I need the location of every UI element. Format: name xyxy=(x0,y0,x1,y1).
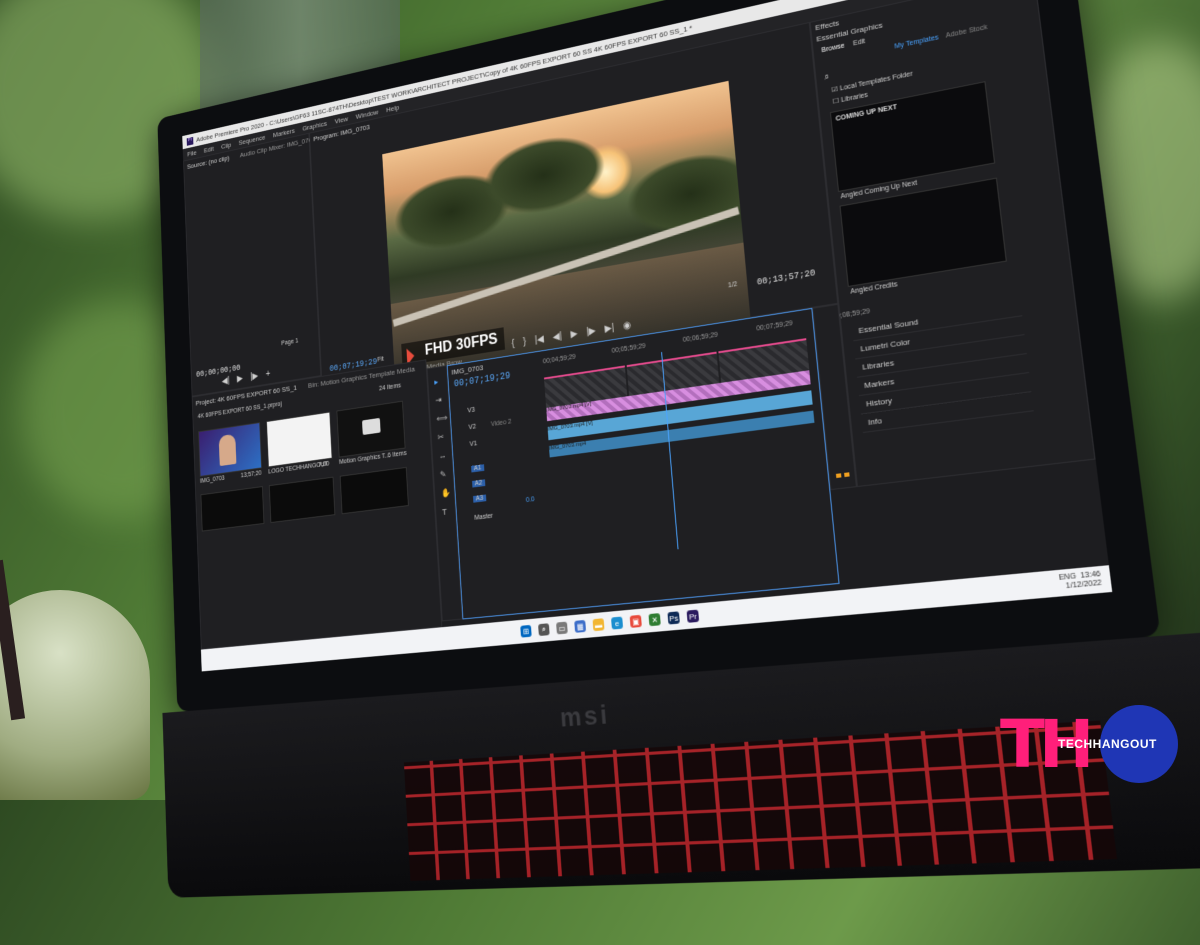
project-item-duration: 13;57;20 xyxy=(241,470,262,479)
project-item-name: IMG_0703 xyxy=(200,475,225,485)
widgets-icon[interactable]: ▦ xyxy=(574,620,586,633)
tab-browse[interactable]: Browse xyxy=(821,43,845,55)
local-templates-label: Local Templates Folder xyxy=(840,71,914,93)
slip-icon[interactable]: ↔ xyxy=(439,450,447,460)
ripple-edit-icon[interactable]: ⟺ xyxy=(436,413,447,425)
libraries-label: Libraries xyxy=(841,92,869,104)
project-item-count: 24 Items xyxy=(379,383,401,393)
search-icon[interactable]: ⌕ xyxy=(824,71,830,83)
ruler-tick: 00;05;59;29 xyxy=(611,343,645,355)
clip-label: IMG_0703.mp4 [V] xyxy=(548,421,594,433)
meter-bar-left xyxy=(836,473,842,478)
play-icon[interactable]: ▶ xyxy=(237,374,243,385)
palm-tree xyxy=(481,126,608,223)
track-label-v3[interactable]: V3 xyxy=(467,407,475,415)
source-panel: Source: (no clip) Audio Clip Mixer: IMG_… xyxy=(183,133,321,397)
store-icon[interactable]: ▣ xyxy=(630,615,642,628)
step-back-icon[interactable]: ◀| xyxy=(222,376,230,387)
project-bin-thumb[interactable] xyxy=(336,401,405,458)
clock-date: 1/12/2022 xyxy=(1066,579,1103,590)
clip-label: IMG_0703.mp4 xyxy=(549,441,586,452)
project-item-duration: 7;00 xyxy=(318,461,329,469)
watermark-text: TECHHANGOUT xyxy=(1058,737,1157,751)
system-tray[interactable]: ENG 13:46 1/12/2022 xyxy=(1058,570,1102,592)
xbox-icon[interactable]: ✕ xyxy=(648,613,660,626)
file-explorer-icon[interactable]: ▬ xyxy=(593,618,605,631)
fit-dropdown[interactable]: Fit xyxy=(377,356,384,363)
step-forward-icon[interactable]: |▶ xyxy=(586,326,596,338)
track-label-v2[interactable]: V2 xyxy=(468,424,476,432)
laptop-screen: Pr Adobe Premiere Pro 2020 - C:\Users\GF… xyxy=(182,0,1112,671)
task-view-icon[interactable]: ▭ xyxy=(556,622,568,635)
meter-bar-right xyxy=(844,472,850,477)
premiere-icon: Pr xyxy=(187,137,194,146)
master-volume-value[interactable]: 0.0 xyxy=(526,496,535,504)
libraries-checkbox[interactable]: ☐ Libraries xyxy=(832,91,868,106)
razor-icon[interactable]: ✂ xyxy=(437,432,444,443)
track-label-a2[interactable]: A2 xyxy=(472,479,485,487)
track-label-a1[interactable]: A1 xyxy=(471,464,484,472)
person-figure xyxy=(219,434,237,466)
adobe-stock-toggle[interactable]: Adobe Stock xyxy=(945,24,987,40)
project-item-thumb[interactable] xyxy=(340,467,409,514)
step-back-icon[interactable]: ◀| xyxy=(552,331,562,343)
selection-tool-icon[interactable]: ▸ xyxy=(434,377,438,388)
laptop: Pr Adobe Premiere Pro 2020 - C:\Users\GF… xyxy=(157,0,1200,945)
type-icon[interactable]: T xyxy=(442,507,447,517)
track-select-icon[interactable]: ⇥ xyxy=(435,395,442,406)
go-to-out-icon[interactable]: ▶| xyxy=(604,323,614,335)
panel-list: Essential Sound Lumetri Color Libraries … xyxy=(852,297,1034,433)
my-templates-toggle[interactable]: My Templates xyxy=(894,34,939,50)
go-to-in-icon[interactable]: |◀ xyxy=(535,334,545,346)
menu-clip[interactable]: Clip xyxy=(221,140,231,150)
ruler-tick: 00;06;59;29 xyxy=(683,332,719,344)
export-frame-icon[interactable]: ◉ xyxy=(623,320,632,332)
project-item-thumb[interactable] xyxy=(269,477,335,523)
search-icon[interactable]: ⌕ xyxy=(538,623,550,636)
hand-icon[interactable]: ✋ xyxy=(441,488,451,500)
techhangout-watermark: TH TECHHANGOUT xyxy=(1000,705,1180,785)
menu-view[interactable]: View xyxy=(334,114,348,125)
local-templates-checkbox[interactable]: ☑ Local Templates Folder xyxy=(831,70,913,94)
track-label-v1[interactable]: V1 xyxy=(470,440,478,448)
page-indicator[interactable]: Page 1 xyxy=(281,338,298,347)
project-item-thumb[interactable] xyxy=(198,422,262,477)
pen-icon[interactable]: ✎ xyxy=(440,469,447,480)
essential-graphics-panel: Effects Essential Graphics Browse Edit M… xyxy=(810,0,1096,487)
play-icon[interactable]: ▶ xyxy=(570,329,578,340)
project-item-duration: 6 Items xyxy=(388,450,407,459)
program-duration: 00;13;57;20 xyxy=(757,268,816,287)
msi-logo: msi xyxy=(559,699,611,734)
premiere-icon[interactable]: Pr xyxy=(687,610,700,623)
photoshop-icon[interactable]: Ps xyxy=(667,611,679,624)
ruler-tick: 00;07;59;29 xyxy=(756,320,793,333)
project-item-thumb[interactable] xyxy=(201,486,265,531)
step-forward-icon[interactable]: |▶ xyxy=(250,371,258,382)
laptop-bezel: Pr Adobe Premiere Pro 2020 - C:\Users\GF… xyxy=(157,0,1160,712)
track-name-video-2: Video 2 xyxy=(491,419,512,428)
language-indicator[interactable]: ENG xyxy=(1058,573,1076,582)
project-item-thumb[interactable] xyxy=(266,412,332,468)
folder-icon xyxy=(362,418,381,435)
start-icon[interactable]: ⊞ xyxy=(520,625,531,638)
tab-edit[interactable]: Edit xyxy=(853,38,866,47)
menu-edit[interactable]: Edit xyxy=(204,144,214,154)
project-panel: Project: 4K 60FPS EXPORT 60 SS_1 Bin: Mo… xyxy=(192,359,443,649)
master-track-label: Master xyxy=(474,513,493,522)
menu-help[interactable]: Help xyxy=(386,103,400,114)
menu-file[interactable]: File xyxy=(187,148,197,157)
edge-icon[interactable]: e xyxy=(611,617,623,630)
add-icon[interactable]: + xyxy=(266,369,271,379)
template-preview-text: COMING UP NEXT xyxy=(835,104,897,123)
tab-timeline[interactable]: IMG_0703 xyxy=(451,363,483,376)
mark-in-icon[interactable]: { xyxy=(511,339,515,350)
ruler-tick: 00;04;59;29 xyxy=(543,354,576,366)
mark-out-icon[interactable]: } xyxy=(523,337,527,348)
drink-cup xyxy=(0,590,150,800)
track-label-a3[interactable]: A3 xyxy=(473,495,486,503)
